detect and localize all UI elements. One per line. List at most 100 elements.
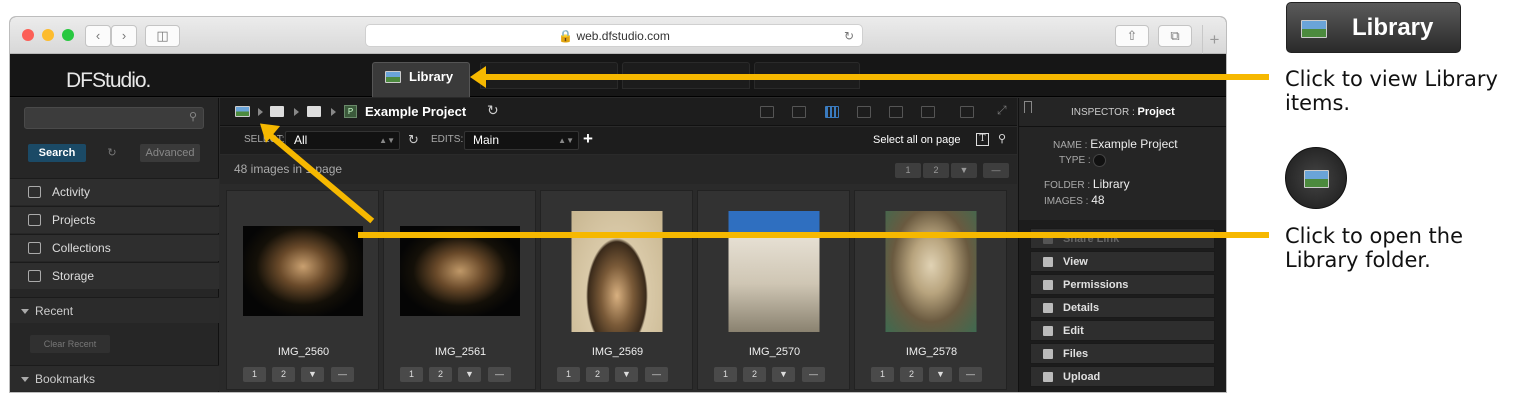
projects-icon bbox=[28, 214, 41, 226]
image-thumbnail[interactable] bbox=[571, 211, 662, 332]
details-icon bbox=[1043, 303, 1053, 313]
reject-icon[interactable]: — bbox=[983, 163, 1009, 178]
page-1-button[interactable]: 1 bbox=[895, 163, 921, 178]
large-grid-icon[interactable] bbox=[857, 106, 871, 118]
list-view-icon[interactable] bbox=[760, 106, 774, 118]
pagination-bar: 48 images in 1 page 1 2 ▼ — bbox=[220, 155, 1017, 184]
select-dropdown[interactable]: All ▲▼ bbox=[285, 131, 400, 150]
callout-library-folder-button bbox=[1285, 147, 1347, 209]
page-2-button[interactable]: 2 bbox=[923, 163, 949, 178]
thumbs-down-icon[interactable]: ▼ bbox=[615, 367, 638, 382]
close-window-button[interactable] bbox=[22, 29, 34, 41]
folder-icon[interactable] bbox=[270, 106, 284, 117]
callout-library-label: Library bbox=[1352, 14, 1434, 41]
pencil-icon bbox=[1043, 326, 1053, 336]
files-button[interactable]: Files bbox=[1030, 343, 1215, 364]
sidebar-toggle-icon[interactable]: ◫ bbox=[145, 25, 180, 47]
rating-2-button[interactable]: 2 bbox=[272, 367, 295, 382]
view-button[interactable]: View bbox=[1030, 251, 1215, 272]
select-all-link[interactable]: Select all on page bbox=[873, 134, 960, 146]
callout-text-library-folder: Click to open the Library folder. bbox=[1285, 224, 1464, 272]
select-value: All bbox=[294, 133, 308, 147]
image-card[interactable]: IMG_2570 1 2 ▼ — bbox=[697, 190, 850, 390]
advanced-search-button[interactable]: Advanced bbox=[140, 144, 200, 162]
action-label: View bbox=[1063, 256, 1088, 268]
thumbs-down-icon[interactable]: ▼ bbox=[929, 367, 952, 382]
thumbs-down-icon[interactable]: ▼ bbox=[951, 163, 977, 178]
refresh-icon[interactable]: ↻ bbox=[487, 102, 499, 119]
thumbs-down-icon[interactable]: ▼ bbox=[458, 367, 481, 382]
library-folder-icon[interactable] bbox=[235, 106, 250, 117]
details-button[interactable]: Details bbox=[1030, 297, 1215, 318]
zoom-window-button[interactable] bbox=[62, 29, 74, 41]
compare-view-icon[interactable] bbox=[921, 106, 935, 118]
text-overlay-icon[interactable]: T bbox=[976, 133, 989, 146]
sidebar-item-label: Activity bbox=[52, 185, 91, 199]
reject-icon[interactable]: — bbox=[488, 367, 511, 382]
image-card[interactable]: IMG_2569 1 2 ▼ — bbox=[540, 190, 693, 390]
tab-library[interactable]: Library bbox=[372, 62, 470, 97]
bookmarks-section-header[interactable]: Bookmarks bbox=[10, 365, 219, 391]
share-icon[interactable]: ⇧ bbox=[1115, 25, 1149, 47]
rating-2-button[interactable]: 2 bbox=[743, 367, 766, 382]
recent-section-header[interactable]: Recent bbox=[10, 297, 219, 323]
sidebar-item-activity[interactable]: Activity bbox=[10, 178, 219, 205]
rating-2-button[interactable]: 2 bbox=[429, 367, 452, 382]
edits-dropdown[interactable]: Main ▲▼ bbox=[464, 131, 579, 150]
rating-2-button[interactable]: 2 bbox=[586, 367, 609, 382]
main-panel: P Example Project ↻ ⤢ SELECT: All ▲▼ ↻ ED… bbox=[220, 98, 1017, 392]
bookmark-icon[interactable] bbox=[1024, 101, 1032, 113]
sidebar-item-collections[interactable]: Collections bbox=[10, 234, 219, 261]
chevron-right-icon bbox=[331, 108, 336, 116]
address-bar[interactable]: 🔒 web.dfstudio.com ↻ bbox=[365, 24, 863, 47]
detail-list-icon[interactable] bbox=[792, 106, 806, 118]
sync-icon[interactable]: ↻ bbox=[408, 132, 419, 148]
library-icon bbox=[385, 71, 401, 83]
image-thumbnail[interactable] bbox=[728, 211, 819, 332]
permissions-button[interactable]: Permissions bbox=[1030, 274, 1215, 295]
rating-1-button[interactable]: 1 bbox=[243, 367, 266, 382]
reset-search-icon[interactable]: ↻ bbox=[103, 144, 121, 162]
fullscreen-icon[interactable]: ⤢ bbox=[997, 103, 1007, 118]
minimize-window-button[interactable] bbox=[42, 29, 54, 41]
new-tab-icon[interactable]: + bbox=[1202, 25, 1226, 54]
reload-icon[interactable]: ↻ bbox=[844, 25, 854, 47]
edit-button[interactable]: Edit bbox=[1030, 320, 1215, 341]
tabs-overview-icon[interactable]: ⧉ bbox=[1158, 25, 1192, 47]
rating-1-button[interactable]: 1 bbox=[714, 367, 737, 382]
image-thumbnail[interactable] bbox=[399, 226, 520, 316]
upload-button[interactable]: Upload bbox=[1030, 366, 1215, 387]
sidebar-item-projects[interactable]: Projects bbox=[10, 206, 219, 233]
sidebar-item-storage[interactable]: Storage bbox=[10, 262, 219, 289]
rating-1-button[interactable]: 1 bbox=[400, 367, 423, 382]
reject-icon[interactable]: — bbox=[645, 367, 668, 382]
single-view-icon[interactable] bbox=[889, 106, 903, 118]
reject-icon[interactable]: — bbox=[802, 367, 825, 382]
thumbs-down-icon[interactable]: ▼ bbox=[301, 367, 324, 382]
rating-1-button[interactable]: 1 bbox=[871, 367, 894, 382]
folder-icon[interactable] bbox=[307, 106, 321, 117]
image-thumbnail[interactable] bbox=[242, 226, 363, 316]
rating-2-button[interactable]: 2 bbox=[900, 367, 923, 382]
forward-icon[interactable]: › bbox=[111, 25, 137, 47]
action-label: Upload bbox=[1063, 371, 1101, 383]
back-icon[interactable]: ‹ bbox=[85, 25, 111, 47]
search-button[interactable]: Search bbox=[28, 144, 86, 162]
zoom-icon[interactable]: ⚲ bbox=[998, 132, 1006, 145]
clear-recent-button[interactable]: Clear Recent bbox=[30, 335, 110, 353]
reject-icon[interactable]: — bbox=[959, 367, 982, 382]
name-label: NAME : bbox=[1053, 140, 1088, 151]
slideshow-icon[interactable] bbox=[960, 106, 974, 118]
thumbs-down-icon[interactable]: ▼ bbox=[772, 367, 795, 382]
small-grid-icon[interactable] bbox=[825, 106, 839, 118]
images-value: 48 bbox=[1091, 193, 1105, 207]
image-thumbnail[interactable] bbox=[885, 211, 976, 332]
add-edit-button[interactable]: + bbox=[583, 129, 593, 149]
image-card[interactable]: IMG_2561 1 2 ▼ — bbox=[383, 190, 536, 390]
search-input[interactable]: ⚲ bbox=[24, 107, 204, 129]
image-card[interactable]: IMG_2560 1 2 ▼ — bbox=[226, 190, 379, 390]
reject-icon[interactable]: — bbox=[331, 367, 354, 382]
image-card[interactable]: IMG_2578 1 2 ▼ — bbox=[854, 190, 1007, 390]
callout-text-library-tab: Click to view Library items. bbox=[1285, 67, 1498, 115]
rating-1-button[interactable]: 1 bbox=[557, 367, 580, 382]
